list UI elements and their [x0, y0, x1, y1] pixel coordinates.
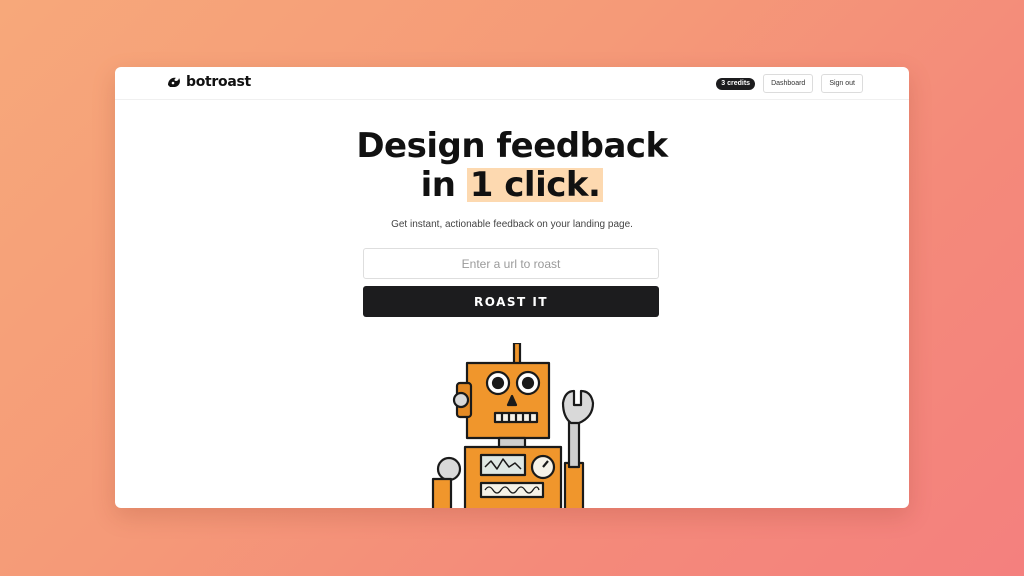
credits-badge: 3 credits — [716, 77, 756, 90]
brand-name: botroast — [186, 74, 251, 90]
flame-logo-icon — [168, 77, 180, 87]
hero-title: Design feedback in 1 click. — [115, 127, 909, 205]
roast-it-button[interactable]: ROAST IT — [363, 286, 659, 317]
hero-title-prefix: in — [420, 165, 467, 205]
hero-subtitle: Get instant, actionable feedback on your… — [391, 219, 633, 230]
sign-out-button[interactable]: Sign out — [821, 74, 863, 93]
hero-title-highlight: 1 click. — [466, 165, 604, 205]
top-nav: botroast 3 credits Dashboard Sign out — [115, 67, 909, 100]
hero-title-line-1: Design feedback — [356, 126, 668, 166]
nav-actions: 3 credits Dashboard Sign out — [716, 74, 863, 93]
hero-title-line-2: in 1 click. — [115, 165, 909, 205]
url-input[interactable] — [363, 248, 659, 279]
robot-illustration — [431, 343, 595, 508]
brand-link[interactable]: botroast — [167, 74, 251, 90]
dashboard-button[interactable]: Dashboard — [763, 74, 814, 93]
app-window: botroast 3 credits Dashboard Sign out De… — [115, 67, 909, 508]
